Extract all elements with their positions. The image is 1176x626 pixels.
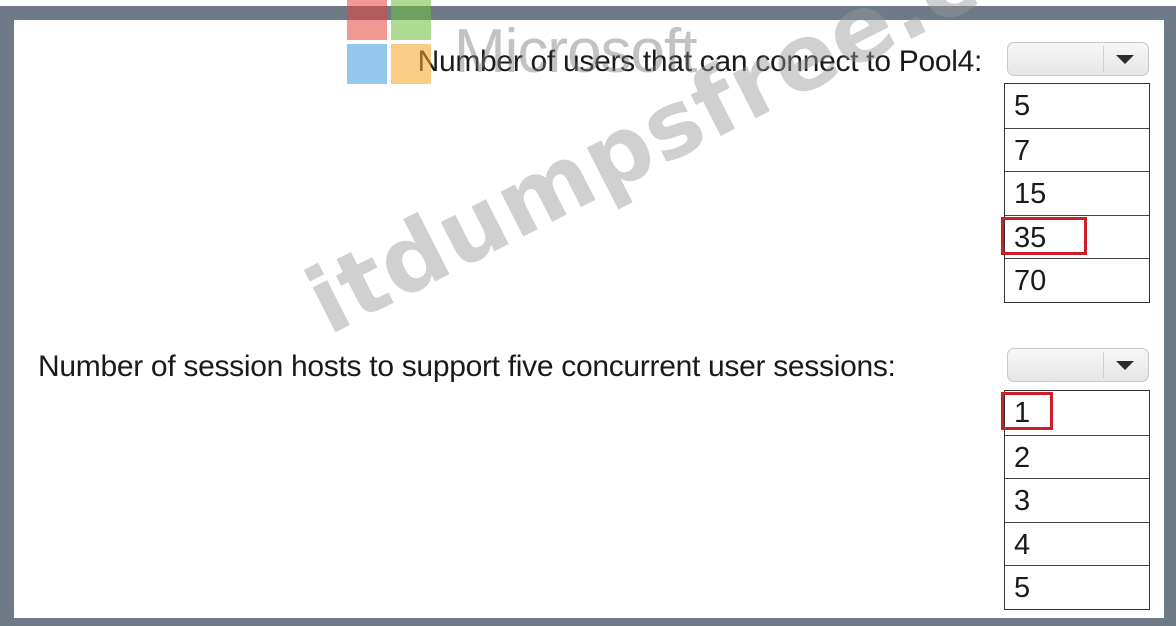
option-item[interactable]: 4: [1005, 521, 1149, 566]
option-item[interactable]: 5: [1005, 84, 1149, 128]
logo-green-square: [391, 0, 431, 40]
option-item[interactable]: 3: [1005, 478, 1149, 522]
pool4-users-dropdown[interactable]: [1007, 42, 1149, 76]
dropdown-separator: [1103, 46, 1104, 72]
answer-highlight-box: [1001, 216, 1087, 255]
option-item[interactable]: 70: [1005, 258, 1149, 302]
pool4-users-options: 5 7 15 35 70: [1001, 83, 1150, 303]
option-item[interactable]: 7: [1005, 127, 1149, 172]
session-hosts-options: 1 2 3 4 5: [1001, 390, 1150, 610]
option-item[interactable]: 15: [1005, 171, 1149, 215]
question-2-label: Number of session hosts to support five …: [38, 350, 896, 383]
option-item-selected[interactable]: 35: [1001, 214, 1149, 259]
option-item[interactable]: 5: [1005, 565, 1149, 609]
dropdown-separator: [1103, 352, 1104, 378]
microsoft-logo-icon: [347, 0, 447, 90]
session-hosts-dropdown[interactable]: [1007, 348, 1149, 382]
answer-highlight-box: [1001, 392, 1053, 430]
option-item-selected[interactable]: 1: [1001, 391, 1149, 435]
logo-blue-square: [347, 44, 387, 84]
chevron-down-icon[interactable]: [1116, 55, 1134, 64]
option-item[interactable]: 2: [1005, 434, 1149, 479]
outer-frame: Number of users that can connect to Pool…: [0, 6, 1176, 626]
logo-red-square: [347, 0, 387, 40]
logo-yellow-square: [391, 44, 431, 84]
chevron-down-icon[interactable]: [1116, 361, 1134, 370]
